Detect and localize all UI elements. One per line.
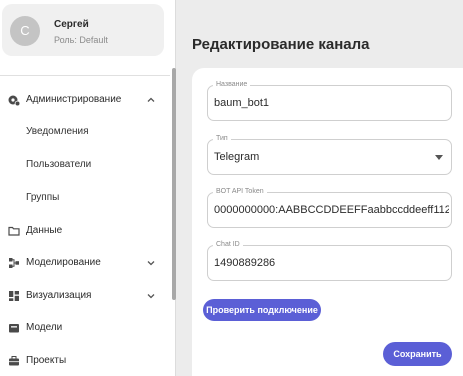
name-field[interactable]: Название baum_bot1 xyxy=(207,80,452,121)
modeling-icon xyxy=(9,258,19,268)
divider xyxy=(0,75,170,76)
chevron-up-icon xyxy=(147,97,155,102)
save-button[interactable]: Сохранить xyxy=(383,342,452,366)
check-connection-button[interactable]: Проверить подключение xyxy=(203,299,321,321)
model-box-icon xyxy=(9,324,19,333)
chevron-down-icon xyxy=(147,261,155,266)
type-select-label: Тип xyxy=(213,134,231,144)
briefcase-icon xyxy=(9,356,19,366)
sidebar-item-notifications[interactable]: Уведомления xyxy=(0,120,170,144)
sidebar-item-label: Модели xyxy=(26,322,63,333)
admin-gear-icon xyxy=(8,95,20,106)
name-field-label: Название xyxy=(213,80,251,90)
sidebar-item-label: Администрирование xyxy=(26,94,122,105)
sidebar-item-label: Данные xyxy=(26,225,63,236)
sidebar-item-models[interactable]: Модели xyxy=(0,316,170,340)
dashboard-icon xyxy=(9,291,19,301)
user-card[interactable]: С Сергей Роль: Default xyxy=(2,4,164,56)
sidebar-item-label: Моделирование xyxy=(26,257,101,268)
chat-id-field-value: 1490889286 xyxy=(214,257,276,269)
user-name: Сергей xyxy=(54,19,89,30)
bot-token-field-value: 0000000000:AABBCCDDEEFFaabbccddeeff11223 xyxy=(214,204,449,216)
chat-id-field[interactable]: Chat ID 1490889286 xyxy=(207,240,452,281)
sidebar-item-label: Проекты xyxy=(26,355,67,366)
sidebar-item-administration[interactable]: Администрирование xyxy=(0,88,170,112)
page-title: Редактирование канала xyxy=(192,36,370,53)
type-select[interactable]: Тип Telegram xyxy=(207,134,452,175)
sidebar-item-label: Уведомления xyxy=(26,126,89,137)
bot-token-field[interactable]: BOT API Token 0000000000:AABBCCDDEEFFaab… xyxy=(207,187,452,228)
sidebar-item-data[interactable]: Данные xyxy=(0,219,170,243)
sidebar-item-visualization[interactable]: Визуализация xyxy=(0,284,170,308)
sidebar: С Сергей Роль: Default Администрирование… xyxy=(0,0,176,376)
sidebar-item-groups[interactable]: Группы xyxy=(0,186,170,210)
chevron-down-icon xyxy=(147,294,155,299)
name-field-value: baum_bot1 xyxy=(214,97,270,109)
folder-icon xyxy=(8,226,20,236)
chat-id-field-label: Chat ID xyxy=(213,240,243,250)
type-select-value: Telegram xyxy=(214,151,260,163)
bot-token-field-label: BOT API Token xyxy=(213,187,267,197)
sidebar-item-projects[interactable]: Проекты xyxy=(0,349,170,373)
avatar: С xyxy=(10,16,40,46)
dropdown-arrow-icon xyxy=(435,155,443,160)
sidebar-item-label: Визуализация xyxy=(26,290,92,301)
sidebar-item-modeling[interactable]: Моделирование xyxy=(0,251,170,275)
sidebar-scrollbar[interactable] xyxy=(172,68,176,300)
sidebar-item-label: Группы xyxy=(26,192,60,203)
sidebar-item-label: Пользователи xyxy=(26,159,92,170)
user-role: Роль: Default xyxy=(54,35,108,45)
sidebar-item-users[interactable]: Пользователи xyxy=(0,153,170,177)
